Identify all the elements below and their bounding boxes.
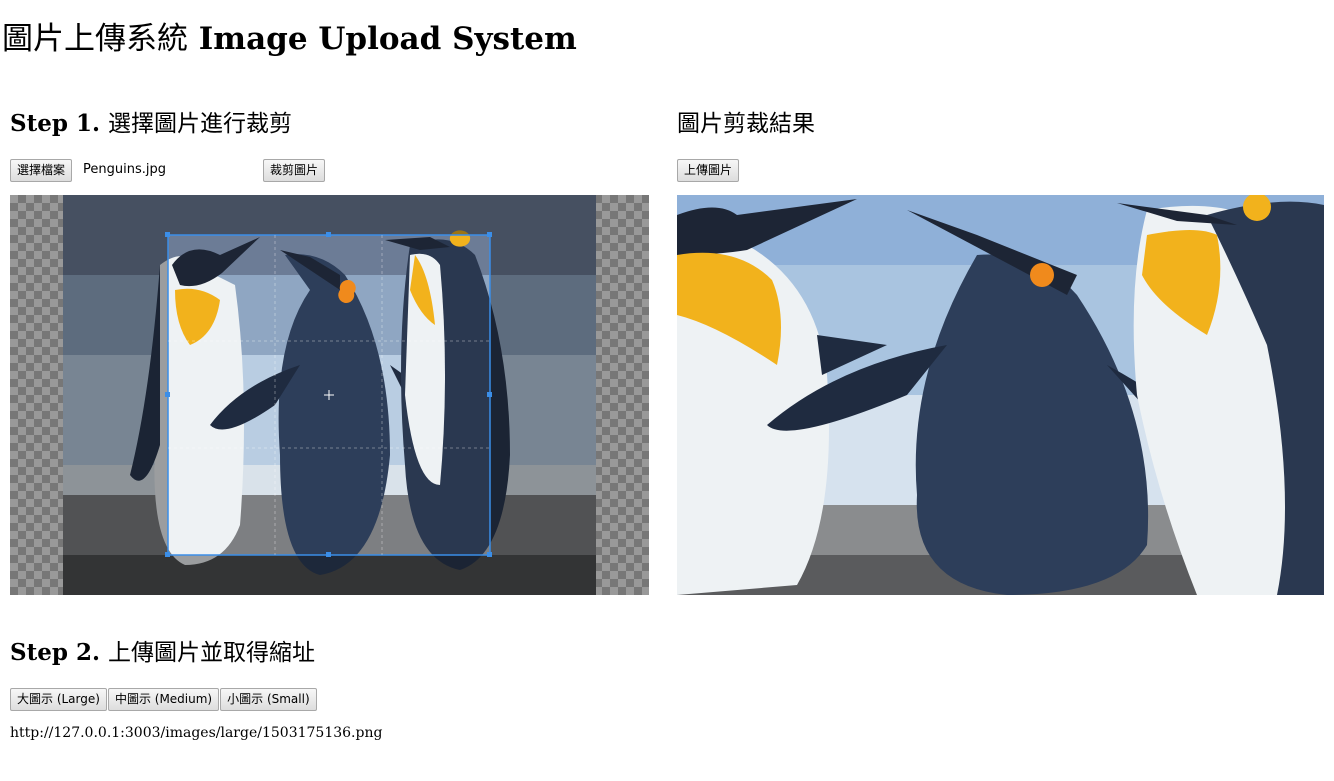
page-title: 圖片上傳系統 Image Upload System	[2, 18, 577, 60]
step1-text: 選擇圖片進行裁剪	[107, 111, 292, 137]
step1-label: Step 1.	[10, 110, 100, 137]
short-url-text: http://127.0.0.1:3003/images/large/15031…	[10, 725, 383, 741]
image-cropper[interactable]	[10, 195, 649, 595]
size-button-group: 大圖示 (Large) 中圖示 (Medium) 小圖示 (Small)	[10, 688, 318, 711]
cropped-image-canvas	[677, 195, 1324, 595]
small-size-button[interactable]: 小圖示 (Small)	[220, 688, 317, 711]
page-title-cjk: 圖片上傳系統	[2, 21, 188, 57]
file-name-label: Penguins.jpg	[83, 162, 166, 177]
step1-heading: Step 1. 選擇圖片進行裁剪	[10, 109, 292, 139]
cropped-result-image	[677, 195, 1324, 595]
crop-image-button[interactable]: 裁剪圖片	[263, 159, 326, 182]
result-heading: 圖片剪裁結果	[677, 111, 815, 137]
large-size-button[interactable]: 大圖示 (Large)	[10, 688, 107, 711]
step2-heading: Step 2. 上傳圖片並取得縮址	[10, 638, 315, 668]
page-title-en: Image Upload System	[198, 21, 577, 57]
medium-size-button[interactable]: 中圖示 (Medium)	[107, 688, 220, 711]
cropper-canvas	[63, 195, 596, 595]
step2-label: Step 2.	[10, 639, 100, 666]
choose-file-button[interactable]: 選擇檔案	[10, 159, 73, 182]
upload-image-button[interactable]: 上傳圖片	[677, 159, 740, 182]
step2-text: 上傳圖片並取得縮址	[107, 640, 315, 666]
